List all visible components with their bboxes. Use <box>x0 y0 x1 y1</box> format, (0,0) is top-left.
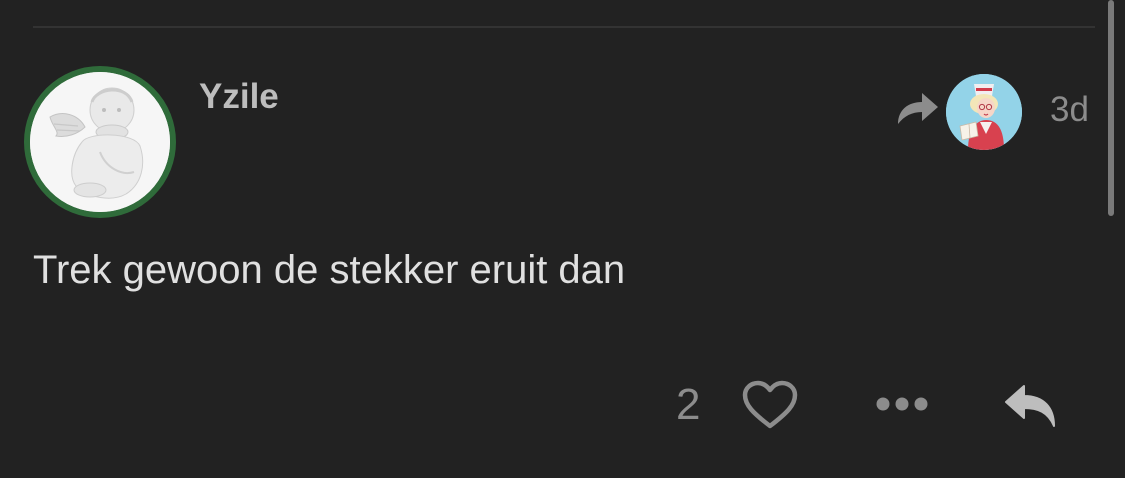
angel-statue-image <box>30 72 170 212</box>
author-avatar[interactable] <box>24 66 176 218</box>
post-timestamp[interactable]: 3d <box>1050 90 1089 130</box>
reply-button[interactable] <box>1002 382 1060 430</box>
reply-arrow-icon <box>1005 385 1055 427</box>
post-body-text: Trek gewoon de stekker eruit dan <box>33 248 626 292</box>
scrollbar[interactable] <box>1108 0 1114 216</box>
share-arrow-icon[interactable] <box>894 88 940 130</box>
more-options-button[interactable] <box>873 391 931 417</box>
post-card: Yzile 3d Trek gewoon de stekker eruit da… <box>0 0 1125 478</box>
like-count[interactable]: 2 <box>676 380 700 430</box>
like-button[interactable] <box>741 379 799 431</box>
author-username[interactable]: Yzile <box>199 77 279 117</box>
ellipsis-icon <box>876 397 928 411</box>
reading-woman-illustration <box>946 74 1022 150</box>
heart-icon <box>742 380 798 429</box>
divider <box>33 26 1095 28</box>
replied-to-avatar[interactable] <box>946 74 1022 150</box>
